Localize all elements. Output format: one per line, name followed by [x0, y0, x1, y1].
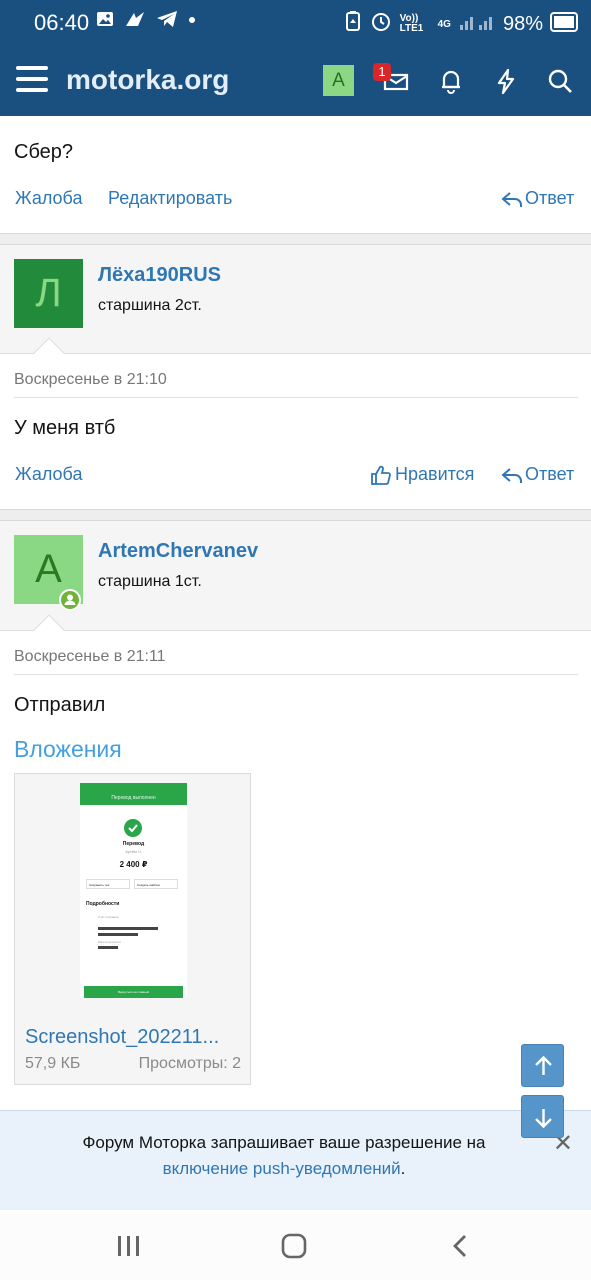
- thumb-line: [98, 946, 118, 949]
- search-icon[interactable]: [545, 66, 575, 96]
- like-icon[interactable]: [370, 464, 392, 491]
- thumb-amount: 2 400 ₽: [119, 860, 148, 869]
- battery-percent: 98%: [502, 12, 543, 35]
- data-saver-icon: [344, 10, 362, 38]
- report-link[interactable]: Жалоба: [15, 464, 82, 485]
- post-user-block: A ArtemChervanev старшина 1ст.: [0, 521, 591, 646]
- thumb-row: Имя получателя: [98, 940, 121, 944]
- image-icon: [96, 10, 114, 33]
- post-message: У меня втб: [14, 417, 116, 439]
- attachment-views: Просмотры: 2: [138, 1055, 241, 1072]
- thumb-subtitle: Артём Ч.: [125, 849, 142, 854]
- reply-icon[interactable]: [501, 189, 523, 214]
- post-pointer: [33, 337, 65, 369]
- top-navbar: motorka.org A 1: [0, 44, 591, 116]
- attachment-size: 57,9 КБ: [25, 1055, 81, 1072]
- back-icon[interactable]: [450, 1233, 470, 1264]
- push-banner-line2: включение push-уведомлений.: [0, 1159, 568, 1179]
- app-notification-icon: [124, 10, 146, 33]
- post-separator: [0, 509, 591, 521]
- user-rank: старшина 1ст.: [98, 573, 202, 590]
- post-divider: [14, 674, 578, 675]
- post-divider: [14, 397, 578, 398]
- thumb-row: Счёт списания: [98, 915, 119, 919]
- push-banner-suffix: .: [400, 1159, 406, 1178]
- post-separator: [0, 233, 591, 245]
- reply-link[interactable]: Ответ: [525, 188, 574, 209]
- inbox-badge: 1: [373, 63, 391, 81]
- dot-icon: [188, 10, 196, 33]
- username[interactable]: Лёха190RUS: [98, 264, 221, 287]
- post-message: Сбер?: [14, 141, 74, 163]
- avatar[interactable]: Л: [14, 259, 83, 328]
- attachment-thumbnail[interactable]: Перевод выполнен Перевод Артём Ч. 2 400 …: [80, 783, 187, 998]
- report-link[interactable]: Жалоба: [15, 188, 82, 209]
- alarm-icon: [370, 10, 392, 38]
- edit-link[interactable]: Редактировать: [108, 188, 232, 209]
- whats-new-bolt-icon[interactable]: [491, 66, 521, 96]
- post-datetime[interactable]: Воскресенье в 21:11: [14, 648, 166, 666]
- thumb-button: Создать шаблон: [134, 879, 178, 889]
- push-permission-banner: Форум Моторка запрашивает ваше разрешени…: [0, 1110, 591, 1210]
- status-time: 06:40: [34, 10, 90, 35]
- recents-icon[interactable]: [116, 1234, 142, 1263]
- status-system-icons: Vo)) LTE1 4G 98%: [344, 10, 543, 38]
- online-status-icon: [58, 588, 82, 617]
- home-icon[interactable]: [281, 1233, 307, 1264]
- account-avatar[interactable]: A: [323, 65, 354, 96]
- thumb-main-button: Вернуться на главный: [84, 986, 183, 998]
- battery-icon: [549, 11, 581, 33]
- telegram-icon: [156, 10, 178, 33]
- enable-push-link[interactable]: включение push-уведомлений: [163, 1159, 401, 1178]
- attachments-heading: Вложения: [14, 736, 122, 762]
- signal-icon: [459, 11, 495, 37]
- menu-icon[interactable]: [16, 66, 48, 92]
- site-logo[interactable]: motorka.org: [66, 64, 229, 96]
- post-pointer: [33, 614, 65, 646]
- username[interactable]: ArtemChervanev: [98, 540, 258, 563]
- reply-icon[interactable]: [501, 465, 523, 490]
- arrow-down-icon: [535, 1109, 552, 1129]
- check-icon: [124, 819, 142, 837]
- thumb-header: Перевод выполнен: [80, 783, 187, 805]
- attachment-card[interactable]: Перевод выполнен Перевод Артём Ч. 2 400 …: [14, 773, 251, 1085]
- thumb-section: Подробности: [86, 901, 120, 907]
- scroll-down-button[interactable]: [521, 1095, 564, 1138]
- post-message: Отправил: [14, 694, 106, 716]
- post-user-block: Л Лёха190RUS старшина 2ст.: [0, 245, 591, 369]
- volte-label: Vo)) LTE1: [399, 13, 424, 34]
- push-banner-text: Форум Моторка запрашивает ваше разрешени…: [82, 1133, 486, 1152]
- bell-icon[interactable]: [436, 66, 466, 96]
- system-navigation-bar: [0, 1212, 591, 1280]
- arrow-up-icon: [535, 1055, 552, 1075]
- net-type-label: 4G: [437, 18, 451, 30]
- thumb-title: Перевод: [122, 841, 145, 847]
- thumb-button: Сохранить чек: [86, 879, 130, 889]
- reply-link[interactable]: Ответ: [525, 464, 574, 485]
- user-rank: старшина 2ст.: [98, 297, 202, 314]
- post-datetime[interactable]: Воскресенье в 21:10: [14, 371, 167, 389]
- status-notification-icons: [96, 10, 196, 33]
- attachment-name[interactable]: Screenshot_202211...: [25, 1026, 219, 1049]
- thumb-line: [98, 933, 138, 936]
- scroll-up-button[interactable]: [521, 1044, 564, 1087]
- thumb-line: [98, 927, 158, 930]
- status-bar: 06:40 Vo)) LTE1 4G 98%: [0, 0, 591, 44]
- like-link[interactable]: Нравится: [395, 464, 474, 485]
